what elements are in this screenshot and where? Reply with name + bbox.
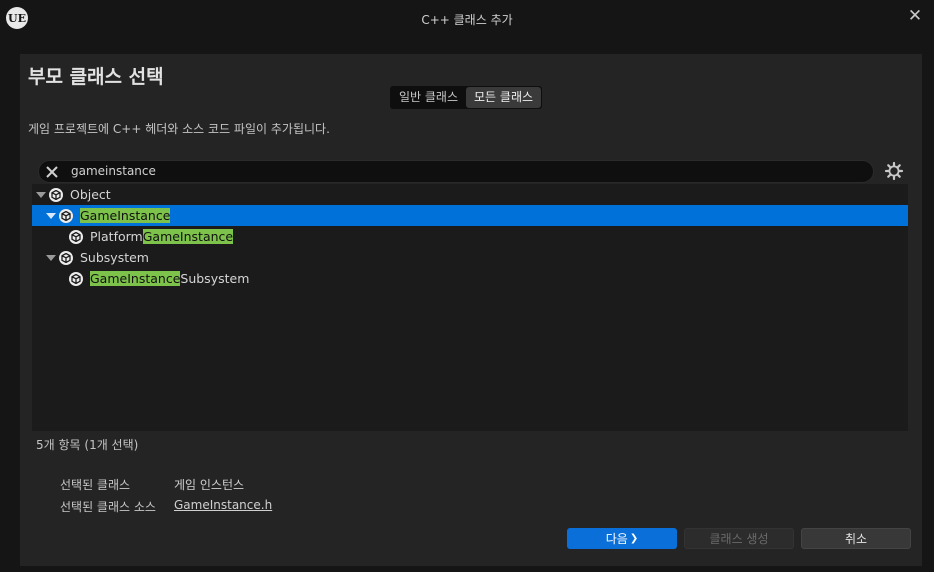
class-icon (59, 208, 73, 223)
selected-source-label: 선택된 클래스 소스 (60, 500, 156, 514)
tree-label: Subsystem (80, 250, 149, 265)
cancel-button[interactable]: 취소 (801, 528, 911, 549)
tree-label: PlatformGameInstance (90, 229, 234, 244)
tree-label-part: Object (70, 187, 111, 202)
class-icon (69, 271, 83, 286)
dialog-content: 부모 클래스 선택 일반 클래스 모든 클래스 게임 프로젝트에 C++ 헤더와… (20, 54, 922, 566)
selected-source-link[interactable]: GameInstance.h (174, 498, 272, 512)
tree-label-match: GameInstance (142, 229, 234, 244)
tree-label-match: GameInstance (90, 271, 181, 286)
tree-row-platformgameinstance[interactable]: PlatformGameInstance (32, 226, 908, 247)
page-title: 부모 클래스 선택 (28, 66, 164, 88)
selected-class-value: 게임 인스턴스 (174, 478, 245, 492)
chevron-right-icon: ❯ (629, 533, 639, 544)
class-filter-tabs: 일반 클래스 모든 클래스 (390, 86, 543, 109)
tree-row-object[interactable]: Object (32, 184, 908, 205)
item-count: 5개 항목 (1개 선택) (36, 438, 139, 452)
tree-label-match: GameInstance (80, 208, 171, 223)
tree-label-part: Platform (90, 229, 143, 244)
tree-label: GameInstanceSubsystem (90, 271, 249, 286)
window-title: C++ 클래스 추가 (421, 13, 513, 27)
tree-label: GameInstance (80, 208, 171, 223)
selected-class-label: 선택된 클래스 (60, 478, 131, 492)
tree-row-gameinstance[interactable]: GameInstance (32, 205, 908, 226)
gear-icon[interactable] (884, 161, 904, 181)
tab-common-classes[interactable]: 일반 클래스 (391, 87, 466, 108)
search-value[interactable]: gameinstance (71, 164, 156, 178)
clear-search-icon[interactable] (43, 163, 61, 181)
next-button[interactable]: 다음 ❯ (567, 528, 677, 549)
expand-arrow-icon[interactable] (46, 212, 56, 219)
create-class-button[interactable]: 클래스 생성 (684, 528, 794, 549)
tree-label: Object (70, 187, 111, 202)
class-icon (59, 250, 73, 265)
tree-label-part: Subsystem (80, 250, 149, 265)
tree-row-subsystem[interactable]: Subsystem (32, 247, 908, 268)
expand-arrow-icon[interactable] (46, 254, 56, 261)
search-input[interactable]: gameinstance (38, 160, 874, 183)
title-bar: UE C++ 클래스 추가 ✕ (0, 0, 934, 38)
tree-label-part: Subsystem (180, 271, 250, 286)
class-icon (49, 187, 63, 202)
tree-row-gameinstancesubsystem[interactable]: GameInstanceSubsystem (32, 268, 908, 289)
class-tree: Object GameInstance PlatformGameInstance… (32, 184, 908, 431)
expand-arrow-icon[interactable] (36, 191, 46, 198)
close-icon[interactable]: ✕ (904, 5, 926, 27)
class-icon (69, 229, 83, 244)
next-button-label: 다음 (605, 532, 628, 546)
tab-all-classes[interactable]: 모든 클래스 (466, 87, 542, 108)
description-text: 게임 프로젝트에 C++ 헤더와 소스 코드 파일이 추가됩니다. (28, 122, 330, 136)
